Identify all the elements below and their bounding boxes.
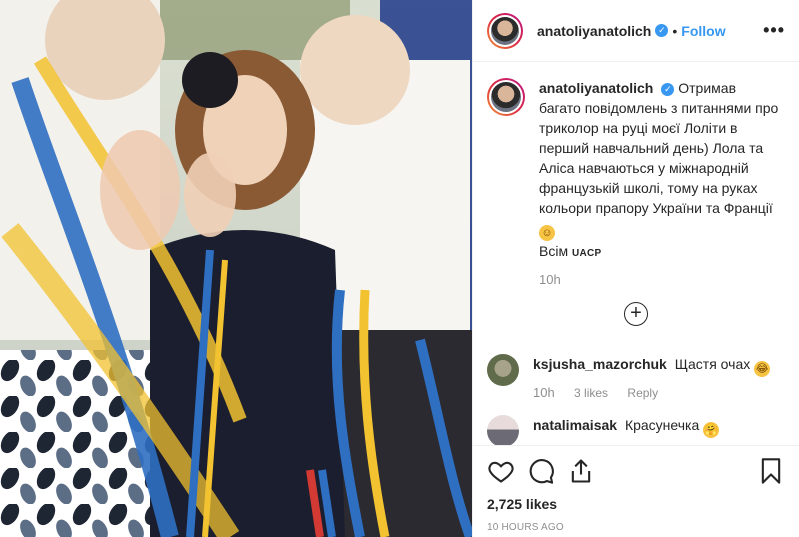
comment-item: natalimaisak Красунечка 🤗 bbox=[487, 415, 785, 445]
caption-line2-tag: UACP bbox=[571, 248, 602, 259]
author-avatar[interactable] bbox=[487, 12, 523, 49]
verified-icon: ✓ bbox=[655, 24, 669, 37]
caption: anatoliyanatolich ✓ Отримав багато повідо… bbox=[487, 78, 785, 290]
plus-circle-icon[interactable]: + bbox=[624, 302, 648, 326]
comment-text: Щастя очах bbox=[674, 356, 751, 372]
caption-text: Отримав багато повідомлень з питаннями п… bbox=[539, 80, 779, 216]
instagram-post: anatoliyanatolich ✓ • Follow ••• anatoli… bbox=[0, 0, 799, 537]
post-side-panel: anatoliyanatolich ✓ • Follow ••• anatoli… bbox=[472, 0, 799, 537]
comments-section: anatoliyanatolich ✓ Отримав багато повідо… bbox=[473, 62, 799, 445]
caption-meta: 10h bbox=[539, 270, 779, 290]
comment-text: Красунечка bbox=[624, 417, 700, 433]
caption-author-avatar[interactable] bbox=[487, 78, 525, 116]
follow-button[interactable]: Follow bbox=[681, 23, 725, 39]
bookmark-icon[interactable] bbox=[757, 457, 785, 485]
comment-likes[interactable]: 3 likes bbox=[574, 386, 608, 400]
load-more-comments: + bbox=[487, 302, 785, 326]
post-timestamp[interactable]: 10 HOURS AGO bbox=[487, 522, 785, 533]
post-actions: 2,725 likes 10 HOURS AGO bbox=[473, 445, 799, 537]
comment-item: ksjusha_mazorchuk Щастя очах 😂 10h 3 lik… bbox=[487, 354, 785, 403]
hands-face-icon: 🤗 bbox=[703, 422, 720, 438]
comment-time[interactable]: 10h bbox=[533, 385, 555, 400]
share-icon[interactable] bbox=[567, 457, 595, 485]
commenter-avatar[interactable] bbox=[487, 415, 519, 445]
smiling-face-icon: ☺ bbox=[539, 225, 555, 241]
photo-illustration bbox=[0, 0, 472, 537]
action-icons bbox=[487, 456, 785, 486]
comment-username[interactable]: natalimaisak bbox=[533, 417, 617, 433]
comment-meta: 10h 3 likes Reply bbox=[533, 383, 770, 403]
commenter-avatar[interactable] bbox=[487, 354, 519, 386]
laughing-face-icon: 😂 bbox=[754, 361, 771, 377]
separator-dot: • bbox=[672, 22, 678, 39]
likes-count[interactable]: 2,725 likes bbox=[487, 496, 785, 512]
caption-time[interactable]: 10h bbox=[539, 272, 561, 287]
heart-icon[interactable] bbox=[487, 457, 515, 485]
verified-icon: ✓ bbox=[661, 82, 675, 96]
more-options-icon[interactable]: ••• bbox=[763, 20, 785, 41]
comment-username[interactable]: ksjusha_mazorchuk bbox=[533, 356, 667, 372]
author-username[interactable]: anatoliyanatolich bbox=[537, 23, 651, 39]
comment-icon[interactable] bbox=[527, 457, 555, 485]
caption-username[interactable]: anatoliyanatolich bbox=[539, 80, 653, 96]
reply-button[interactable]: Reply bbox=[627, 386, 658, 400]
post-photo[interactable] bbox=[0, 0, 472, 537]
caption-line2-prefix: Всім bbox=[539, 243, 569, 259]
post-header: anatoliyanatolich ✓ • Follow ••• bbox=[473, 0, 799, 62]
